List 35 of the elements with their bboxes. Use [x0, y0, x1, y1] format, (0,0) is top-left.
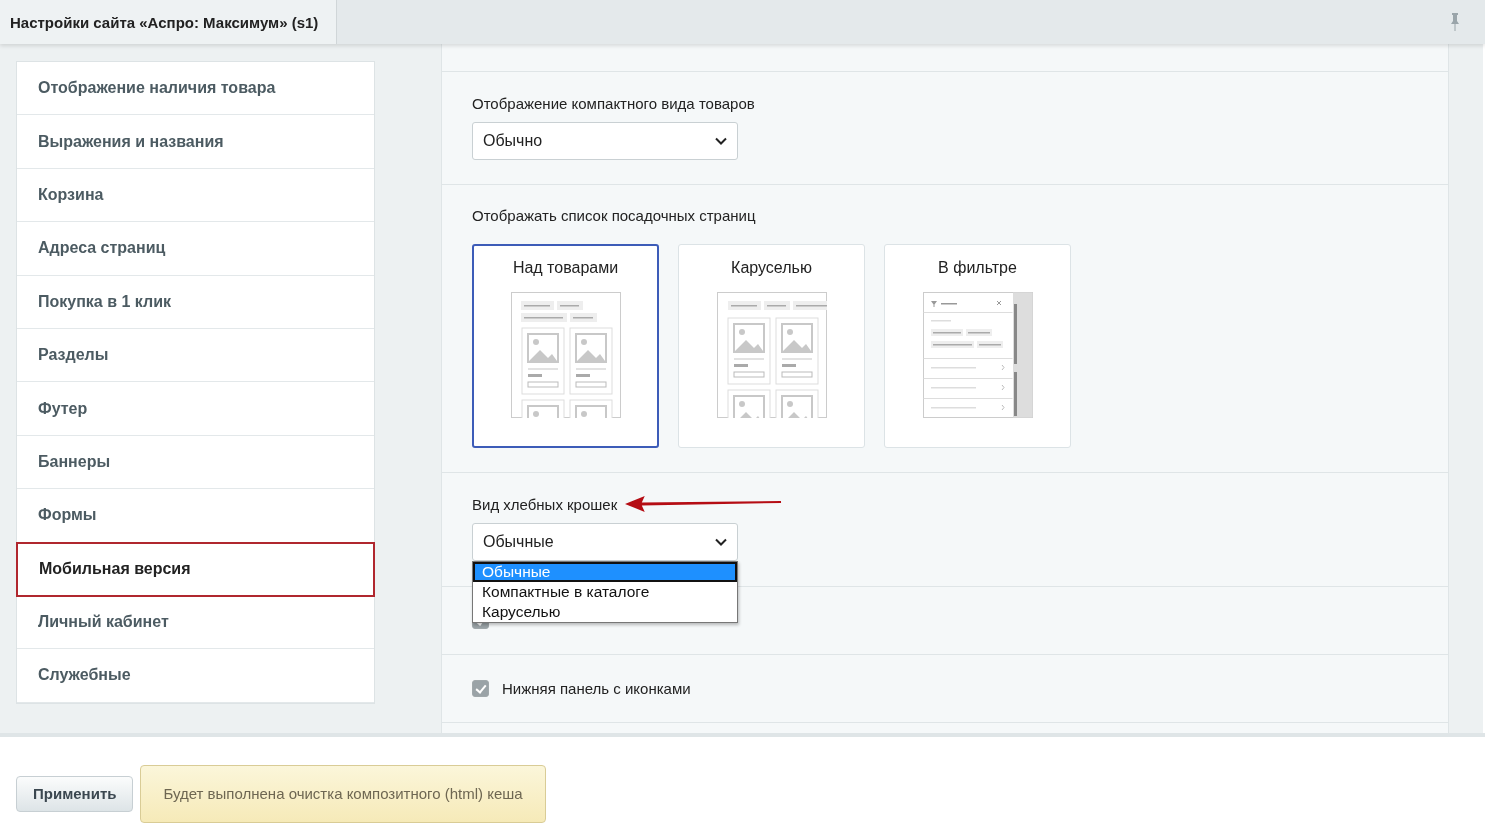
sidebar-item[interactable]: Футер: [17, 382, 374, 436]
chevron-down-icon: [715, 538, 727, 546]
layout-option-card[interactable]: В фильтре: [884, 244, 1071, 448]
layout-option-card[interactable]: Каруселью: [678, 244, 865, 448]
checkbox-label: Нижняя панель с иконками: [502, 680, 691, 697]
window-title: Настройки сайта «Аспро: Максимум» (s1): [0, 0, 338, 44]
sidebar-item[interactable]: Баннеры: [17, 435, 374, 490]
dropdown-select[interactable]: Обычные: [472, 523, 738, 561]
dropdown-option[interactable]: Компактные в каталоге: [473, 582, 737, 602]
pin-icon[interactable]: [1449, 12, 1461, 32]
dropdown-select[interactable]: Обычно: [472, 122, 738, 160]
option-title: В фильтре: [938, 259, 1017, 278]
sidebar-item[interactable]: Адреса страниц: [17, 222, 374, 276]
layout-option-card[interactable]: Над товарами: [472, 244, 659, 448]
setting-label: Отображение компактного вида товаров: [472, 94, 755, 112]
option-title: Над товарами: [512, 259, 619, 278]
dropdown-option[interactable]: Каруселью: [473, 602, 737, 622]
select-value: Обычные: [483, 533, 554, 551]
select-value: Обычно: [483, 132, 543, 150]
sidebar-item[interactable]: Отображение наличия товара: [17, 62, 374, 116]
sidebar-item[interactable]: Мобильная версия: [16, 541, 375, 597]
sidebar-item[interactable]: Служебные: [17, 649, 374, 703]
sidebar-item[interactable]: Разделы: [17, 328, 374, 383]
chevron-down-icon: [715, 137, 727, 145]
option-title: Каруселью: [731, 259, 812, 278]
sidebar-item[interactable]: Покупка в 1 клик: [17, 275, 374, 329]
setting-label: Отображать список посадочных страниц: [472, 207, 757, 224]
sidebar-item[interactable]: Формы: [17, 489, 374, 543]
notice-message: Будет выполнена очистка композитного (html) кеша: [140, 764, 546, 823]
sidebar-item[interactable]: Личный кабинет: [17, 595, 374, 650]
sidebar-item[interactable]: Корзина: [17, 168, 374, 223]
sidebar-item[interactable]: Выражения и названия: [17, 115, 374, 169]
checkbox[interactable]: [472, 680, 489, 697]
apply-button[interactable]: Применить: [16, 775, 134, 812]
setting-label: Вид хлебных крошек: [472, 495, 618, 513]
